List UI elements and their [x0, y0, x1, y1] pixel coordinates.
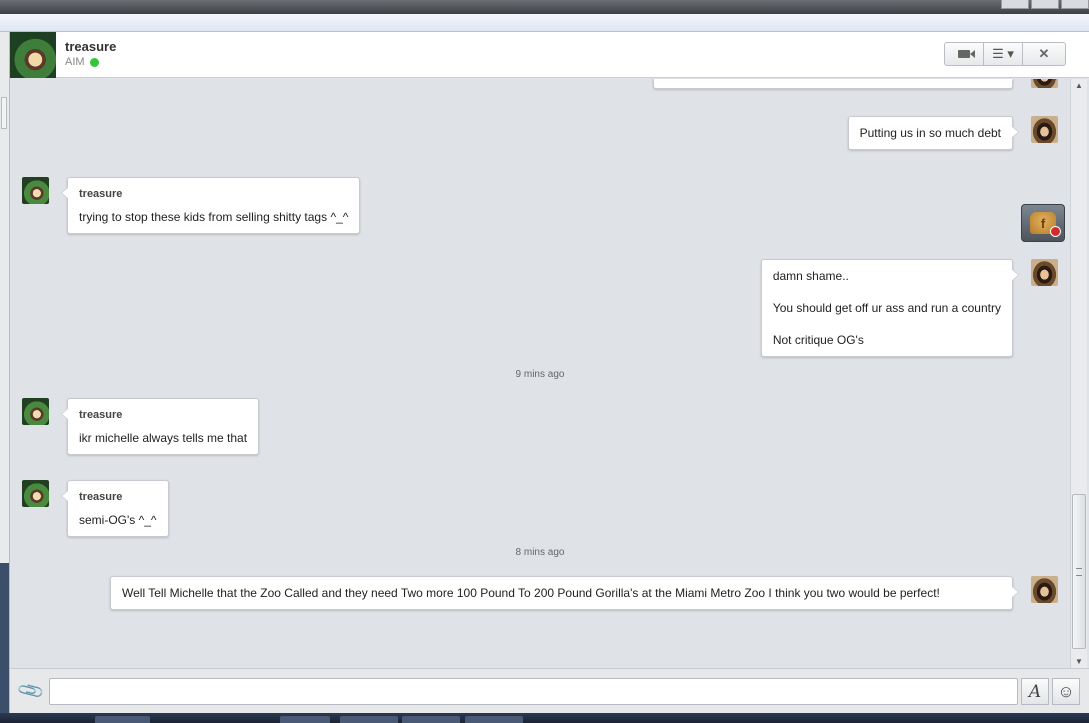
- options-menu-button[interactable]: ☰ ▾: [983, 42, 1023, 66]
- message-line: Not critique OG's: [772, 333, 864, 347]
- timestamp: 9 mins ago: [515, 369, 565, 380]
- taskbar-item[interactable]: [340, 716, 398, 723]
- widget-letter: f: [1040, 215, 1046, 231]
- message-text: ikr michelle always tells me that: [79, 431, 248, 445]
- video-camera-icon: [958, 50, 975, 58]
- online-status-icon: [89, 57, 99, 67]
- message-sender: treasure: [79, 409, 123, 421]
- message-sender: treasure: [79, 188, 123, 200]
- message-bubble-outgoing: damn shame.. You should get off ur ass a…: [760, 259, 1020, 357]
- muted-badge-icon: [1050, 226, 1061, 237]
- scrollbar-thumb[interactable]: [1072, 494, 1086, 649]
- taskbar-item[interactable]: [402, 716, 460, 723]
- contact-name[interactable]: treasure: [65, 39, 116, 54]
- text-format-button[interactable]: A: [1021, 678, 1049, 705]
- message-bubble-outgoing: Putting us in so much debt: [847, 116, 1020, 150]
- toast-icon: f: [1030, 212, 1061, 237]
- message-text: Putting us in so much debt: [859, 126, 1001, 140]
- chat-scrollbar[interactable]: ▲ ▼: [1070, 79, 1087, 668]
- window-close-button[interactable]: [1061, 0, 1089, 9]
- chat-header: treasure AIM ☰ ▾ ✕: [10, 32, 1089, 78]
- my-avatar: [1031, 259, 1058, 286]
- header-actions: ☰ ▾ ✕: [944, 42, 1066, 66]
- message-bubble-incoming: treasure trying to stop these kids from …: [60, 177, 361, 234]
- grip-icon: [1076, 568, 1082, 576]
- message-text: Well Tell Michelle that the Zoo Called a…: [122, 586, 940, 600]
- message-sender: treasure: [79, 491, 123, 503]
- contact-avatar[interactable]: [10, 32, 56, 78]
- message-text: semi-OG's ^_^: [79, 513, 157, 527]
- contact-message-avatar[interactable]: [22, 480, 49, 507]
- minimize-button[interactable]: [1001, 0, 1029, 9]
- message-bubble-outgoing: Well Tell Michelle that the Zoo Called a…: [110, 576, 1019, 610]
- message-input[interactable]: [49, 678, 1018, 705]
- contact-message-avatar[interactable]: [22, 398, 49, 425]
- chat-transcript[interactable]: Putting us in so much debt treasure tryi…: [10, 79, 1070, 668]
- os-title-strip: [0, 0, 1089, 14]
- my-avatar: [1031, 116, 1058, 143]
- scroll-down-icon[interactable]: ▼: [1075, 657, 1083, 666]
- taskbar-item[interactable]: [280, 716, 330, 723]
- taskbar-item[interactable]: [95, 716, 150, 723]
- list-menu-icon: ☰ ▾: [992, 46, 1014, 61]
- left-frame: [0, 32, 10, 723]
- close-chat-button[interactable]: ✕: [1022, 42, 1066, 66]
- maximize-button[interactable]: [1031, 0, 1059, 9]
- browser-strip: [0, 14, 1089, 32]
- contact-message-avatar[interactable]: [22, 177, 49, 204]
- timestamp: 8 mins ago: [515, 547, 565, 558]
- left-frame-dark-panel: [0, 563, 9, 723]
- video-call-button[interactable]: [944, 42, 984, 66]
- taskbar-item[interactable]: [465, 716, 523, 723]
- message-bubble-incoming: treasure semi-OG's ^_^: [61, 480, 169, 537]
- smiley-icon: ☺: [1057, 681, 1075, 701]
- message-text: trying to stop these kids from selling s…: [79, 210, 349, 224]
- emoji-button[interactable]: ☺: [1052, 678, 1080, 705]
- close-icon: ✕: [1038, 46, 1050, 61]
- contact-service-row: AIM: [65, 56, 99, 68]
- font-icon: A: [1028, 681, 1042, 702]
- scroll-up-icon[interactable]: ▲: [1075, 81, 1083, 90]
- message-bubble-incoming: treasure ikr michelle always tells me th…: [60, 398, 260, 455]
- paperclip-icon[interactable]: 📎: [16, 676, 46, 706]
- window-controls: [999, 0, 1089, 9]
- message-line: damn shame..: [772, 269, 849, 283]
- my-avatar: [1031, 79, 1058, 88]
- facebook-notification-widget[interactable]: f: [1021, 204, 1065, 242]
- message-bubble-clipped: [653, 79, 1019, 89]
- contact-service: AIM: [65, 56, 85, 68]
- message-composer: 📎 A ☺: [10, 668, 1089, 713]
- left-frame-handle[interactable]: [1, 97, 7, 129]
- my-avatar: [1031, 576, 1058, 603]
- os-taskbar: [0, 713, 1089, 723]
- message-line: You should get off ur ass and run a coun…: [772, 301, 1001, 315]
